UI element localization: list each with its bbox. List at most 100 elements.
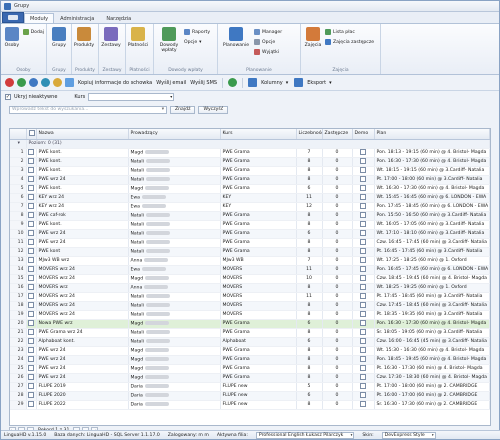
cell-demo[interactable]: [352, 202, 375, 212]
demo-checkbox[interactable]: [360, 256, 366, 263]
column-header-nazwa[interactable]: Nazwa: [36, 129, 129, 140]
row-checkbox[interactable]: [26, 310, 37, 320]
cell-demo[interactable]: [352, 355, 375, 365]
row-checkbox[interactable]: [26, 202, 37, 212]
cell-demo[interactable]: [352, 193, 375, 203]
cell-demo[interactable]: [352, 274, 375, 284]
row-checkbox[interactable]: [26, 292, 37, 302]
cell-demo[interactable]: [352, 175, 375, 185]
produkty-button[interactable]: Produkty: [74, 26, 94, 74]
raporty-button[interactable]: Raporty: [184, 28, 210, 36]
search-icon[interactable]: [29, 78, 38, 87]
column-header-zastepcze[interactable]: Zastępcze: [322, 129, 353, 140]
cell-demo[interactable]: [352, 301, 375, 311]
row-checkbox[interactable]: [26, 319, 37, 329]
copy-icon[interactable]: [65, 78, 74, 87]
copy-to-clipboard-button[interactable]: Kopiuj informacje do schowka: [78, 80, 152, 86]
select-row-checkbox[interactable]: [28, 292, 34, 299]
select-row-checkbox[interactable]: [28, 238, 34, 245]
table-row[interactable]: 28 FLUPE 2020 Daria FLUPE new 6 0 Pt. 16:00 - …: [10, 391, 490, 401]
table-row[interactable]: 27 FLUPE 2019 Daria FLUPE new 5 0 Pt. 17:00 - …: [10, 382, 490, 392]
select-all-header[interactable]: [26, 129, 37, 140]
cell-demo[interactable]: [352, 364, 375, 374]
select-row-checkbox[interactable]: [28, 256, 34, 263]
cell-demo[interactable]: [352, 265, 375, 275]
send-sms-button[interactable]: Wyślij SMS: [190, 80, 217, 86]
row-checkbox[interactable]: [26, 166, 37, 176]
cell-demo[interactable]: [352, 166, 375, 176]
table-row[interactable]: 4 PWE wrz 24 Natali PWE Grama 8 0 Pt. 17:00 - …: [10, 175, 490, 185]
dowody-wplaty-button[interactable]: Dowody wpłaty: [156, 26, 182, 74]
demo-checkbox[interactable]: [360, 373, 366, 380]
row-checkbox[interactable]: [26, 256, 37, 266]
demo-checkbox[interactable]: [360, 229, 366, 236]
select-row-checkbox[interactable]: [28, 319, 34, 326]
demo-checkbox[interactable]: [360, 400, 366, 407]
cell-demo[interactable]: [352, 328, 375, 338]
add-icon[interactable]: [17, 78, 26, 87]
cell-demo[interactable]: [352, 400, 375, 410]
row-checkbox[interactable]: [26, 247, 37, 257]
cell-demo[interactable]: [352, 382, 375, 392]
cell-demo[interactable]: [352, 220, 375, 230]
zajecia-button[interactable]: Zajęcia: [303, 26, 323, 74]
demo-checkbox[interactable]: [360, 292, 366, 299]
delete-icon[interactable]: [5, 78, 14, 87]
select-row-checkbox[interactable]: [28, 364, 34, 371]
select-row-checkbox[interactable]: [28, 373, 34, 380]
row-checkbox[interactable]: [26, 364, 37, 374]
row-checkbox[interactable]: [26, 220, 37, 230]
table-row[interactable]: 5 PWE kont. Magd PWE Grama 6 0 Wt. 16:30 - 17:…: [10, 184, 490, 194]
demo-checkbox[interactable]: [360, 274, 366, 281]
row-checkbox[interactable]: [26, 148, 37, 158]
demo-checkbox[interactable]: [360, 265, 366, 272]
cell-demo[interactable]: [352, 337, 375, 347]
skin-select[interactable]: DevExpress Style ▾: [381, 431, 436, 439]
table-row[interactable]: 17 MOVERS wrz 24 Natali MOVERS 11 0 Pt. 17:45 …: [10, 292, 490, 302]
export-button[interactable]: Eksport: [307, 80, 326, 86]
select-row-checkbox[interactable]: [28, 220, 34, 227]
demo-checkbox[interactable]: [360, 166, 366, 173]
row-checkbox[interactable]: [26, 400, 37, 410]
demo-checkbox[interactable]: [360, 193, 366, 200]
table-row[interactable]: 21 PWE Grama wrz 24 Natali PWE Grama 8 0 Śr. 1…: [10, 328, 490, 338]
cell-demo[interactable]: [352, 157, 375, 167]
cell-demo[interactable]: [352, 346, 375, 356]
clear-button[interactable]: Wyczyść: [198, 105, 229, 114]
demo-checkbox[interactable]: [360, 301, 366, 308]
demo-checkbox[interactable]: [360, 391, 366, 398]
cell-demo[interactable]: [352, 148, 375, 158]
row-checkbox[interactable]: [26, 238, 37, 248]
table-row[interactable]: 18 MOVERS wrz 24 Natali MOVERS 8 0 Czw. 17:45 …: [10, 301, 490, 311]
select-row-checkbox[interactable]: [28, 148, 34, 155]
column-header-kurs[interactable]: Kurs: [220, 129, 297, 140]
demo-checkbox[interactable]: [360, 319, 366, 326]
osoby-button[interactable]: Osoby: [3, 26, 21, 74]
zestawy-button[interactable]: Zestawy: [101, 26, 121, 74]
row-checkbox[interactable]: [26, 265, 37, 275]
demo-checkbox[interactable]: [360, 382, 366, 389]
wyjatki-button[interactable]: Wyjątki: [254, 48, 282, 56]
demo-checkbox[interactable]: [360, 355, 366, 362]
select-row-checkbox[interactable]: [28, 391, 34, 398]
send-email-button[interactable]: Wyślij email: [156, 80, 186, 86]
select-row-checkbox[interactable]: [28, 274, 34, 281]
lista-plac-button[interactable]: Lista płac: [325, 28, 374, 36]
row-checkbox[interactable]: [26, 193, 37, 203]
group-expand-cell[interactable]: ▾: [10, 139, 27, 149]
table-row[interactable]: 29 FLUPE 2022 Daria FLUPE new 8 0 Śr. 16:30 - …: [10, 400, 490, 410]
demo-checkbox[interactable]: [360, 247, 366, 254]
table-row[interactable]: 24 PWE wrz 24 Magd PWE Grama 8 0 Pon. 18:45 - …: [10, 355, 490, 365]
row-checkbox[interactable]: [26, 355, 37, 365]
find-button[interactable]: Znajdź: [170, 105, 196, 114]
kurs-select[interactable]: ▾: [88, 93, 175, 101]
table-row[interactable]: 25 PWE wrz 24 Magd PWE Grama 8 0 Pt. 16:30 - 1…: [10, 364, 490, 374]
demo-checkbox[interactable]: [360, 211, 366, 218]
cell-demo[interactable]: [352, 247, 375, 257]
select-row-checkbox[interactable]: [28, 265, 34, 272]
dowody-opcje-button[interactable]: Opcje ▾: [184, 38, 210, 46]
cell-demo[interactable]: [352, 256, 375, 266]
column-header-plan[interactable]: Plan: [374, 129, 490, 140]
column-header-liczebnosc[interactable]: Liczebność: [296, 129, 323, 140]
cell-demo[interactable]: [352, 373, 375, 383]
